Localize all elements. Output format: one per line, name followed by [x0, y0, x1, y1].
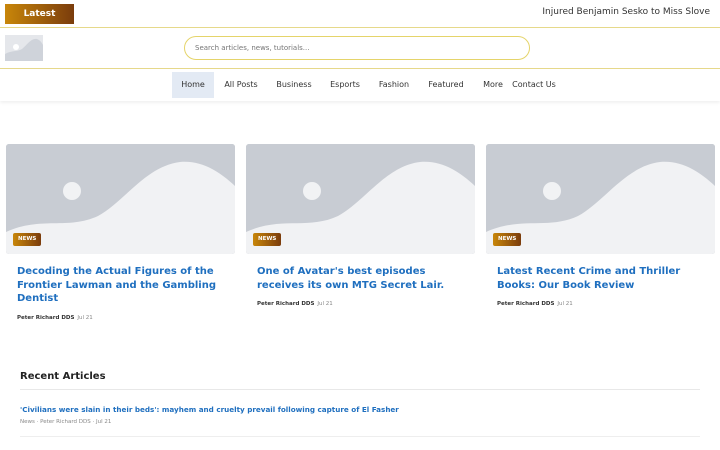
nav-item-fashion[interactable]: Fashion	[374, 72, 414, 98]
section-divider	[20, 389, 700, 390]
author-name[interactable]: Peter Richard DDS	[17, 315, 74, 321]
category-badge[interactable]: NEWS	[253, 233, 282, 246]
nav-item-featured[interactable]: Featured	[424, 72, 468, 98]
nav-item-more[interactable]: More	[480, 72, 506, 98]
list-divider	[20, 436, 700, 437]
article-meta: Peter Richard DDS Jul 21	[17, 315, 93, 321]
ticker-headline[interactable]: Injured Benjamin Sesko to Miss Slove	[542, 7, 710, 17]
article-title[interactable]: Decoding the Actual Figures of the Front…	[17, 265, 227, 306]
article-date: Jul 21	[317, 301, 333, 307]
recent-article-title[interactable]: 'Civilians were slain in their beds': ma…	[20, 405, 399, 414]
author-name[interactable]: Peter Richard DDS	[257, 301, 314, 307]
latest-update-badge: Latest Update	[5, 4, 74, 39]
site-header	[0, 28, 720, 68]
recent-articles-heading: Recent Articles	[20, 371, 106, 382]
article-date: Jul 21	[77, 315, 93, 321]
article-title[interactable]: One of Avatar's best episodes receives i…	[257, 265, 467, 292]
author-name[interactable]: Peter Richard DDS	[497, 301, 554, 307]
nav-item-contact-us[interactable]: Contact Us	[510, 72, 558, 98]
article-meta: Peter Richard DDS Jul 21	[497, 301, 573, 307]
nav-item-esports[interactable]: Esports	[326, 72, 364, 98]
article-title[interactable]: Latest Recent Crime and Thriller Books: …	[497, 265, 707, 292]
category-badge[interactable]: NEWS	[493, 233, 522, 246]
search-input[interactable]	[184, 36, 530, 60]
image-placeholder-icon	[5, 35, 43, 61]
site-logo[interactable]	[5, 35, 43, 61]
category-badge[interactable]: NEWS	[13, 233, 42, 246]
nav-item-all-posts[interactable]: All Posts	[220, 72, 262, 98]
article-meta: Peter Richard DDS Jul 21	[257, 301, 333, 307]
main-nav: Home All Posts Business Esports Fashion …	[0, 69, 720, 101]
nav-item-home[interactable]: Home	[172, 72, 214, 98]
nav-item-business[interactable]: Business	[272, 72, 316, 98]
recent-article-meta: News · Peter Richard DDS · Jul 21	[20, 419, 112, 425]
latest-update-ticker: Latest Update Injured Benjamin Sesko to …	[0, 0, 720, 39]
article-date: Jul 21	[557, 301, 573, 307]
